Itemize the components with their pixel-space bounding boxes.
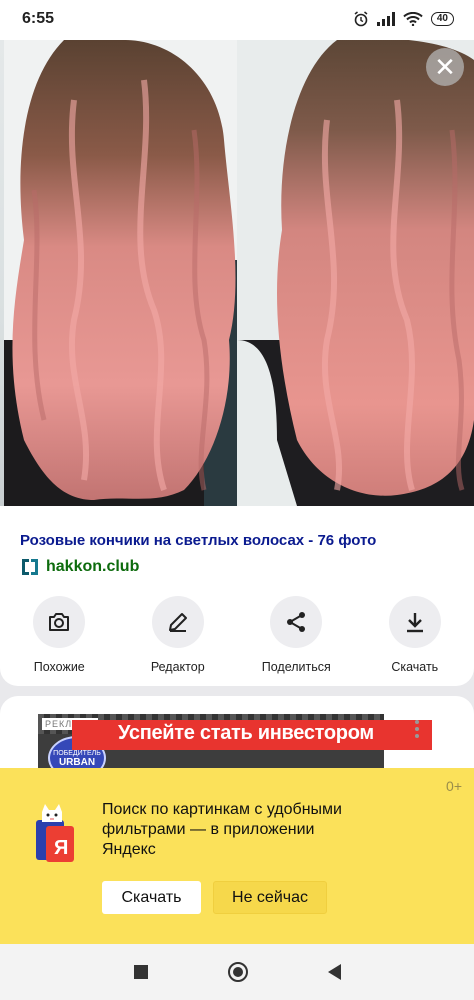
hair-left-image <box>4 40 241 506</box>
signal-icon <box>376 12 395 26</box>
wifi-icon <box>403 12 423 26</box>
photo-left-half <box>4 40 241 506</box>
more-dot <box>415 734 419 738</box>
editor-button[interactable]: Редактор <box>119 596 238 674</box>
image-preview[interactable]: ✕ <box>0 40 474 506</box>
site-favicon-icon <box>20 557 40 577</box>
source-domain: hakkon.club <box>46 558 140 575</box>
battery-indicator: 40 <box>430 12 454 26</box>
yandex-app-logo-icon: Я <box>34 802 78 864</box>
ad-more-menu[interactable] <box>410 720 424 742</box>
similar-label: Похожие <box>33 660 85 674</box>
download-button[interactable]: Скачать <box>356 596 474 674</box>
download-button-circle <box>388 596 441 648</box>
alarm-icon <box>354 11 368 27</box>
result-title-link[interactable]: Розовые кончики на светлых волосах - 76 … <box>20 532 376 549</box>
similar-button[interactable]: Похожие <box>0 596 119 674</box>
recents-icon[interactable] <box>133 965 148 979</box>
download-icon <box>406 613 423 633</box>
camera-search-icon <box>49 613 70 631</box>
action-bar: Похожие Редактор Поделиться Скачать <box>0 596 474 674</box>
more-dot <box>415 727 419 731</box>
ad-badge-main: URBAN <box>58 757 96 768</box>
share-button-circle <box>270 596 323 648</box>
promo-dismiss-button[interactable]: Не сейчас <box>213 881 327 914</box>
editor-button-circle <box>151 596 204 648</box>
more-dots-icon <box>415 720 419 724</box>
hair-right-image <box>237 40 474 506</box>
status-icons: 40 <box>353 11 454 27</box>
source-link[interactable]: hakkon.club <box>20 557 139 577</box>
ad-badge-top: ПОБЕДИТЕЛЬ <box>53 750 101 757</box>
promo-text: Поиск по картинкам с удобными фильтрами … <box>102 801 342 858</box>
download-label: Скачать <box>391 660 439 674</box>
home-icon-dot <box>232 967 243 977</box>
image-info-card: Розовые кончики на светлых волосах - 76 … <box>0 506 474 686</box>
status-time: 6:55 <box>22 10 55 27</box>
similar-button-circle <box>33 596 86 648</box>
share-label: Поделиться <box>261 660 331 674</box>
app-promo-banner: 0+ Я Поиск по картинкам с удобными фильт… <box>0 768 474 944</box>
editor-label: Редактор <box>150 660 205 674</box>
svg-text:Я: Я <box>54 837 68 859</box>
back-icon[interactable] <box>327 964 341 980</box>
pencil-icon <box>168 613 187 632</box>
close-icon: ✕ <box>434 52 456 82</box>
ad-headline: Успейте стать инвестором <box>118 722 374 744</box>
status-bar: 6:55 40 <box>0 0 474 40</box>
close-button[interactable]: ✕ <box>426 48 464 86</box>
share-icon <box>287 612 306 632</box>
home-icon[interactable] <box>227 962 248 982</box>
photo-right-half <box>237 40 474 506</box>
system-nav-bar <box>0 944 474 1000</box>
promo-download-button[interactable]: Скачать <box>102 881 201 914</box>
age-rating: 0+ <box>446 778 462 794</box>
share-button[interactable]: Поделиться <box>237 596 356 674</box>
